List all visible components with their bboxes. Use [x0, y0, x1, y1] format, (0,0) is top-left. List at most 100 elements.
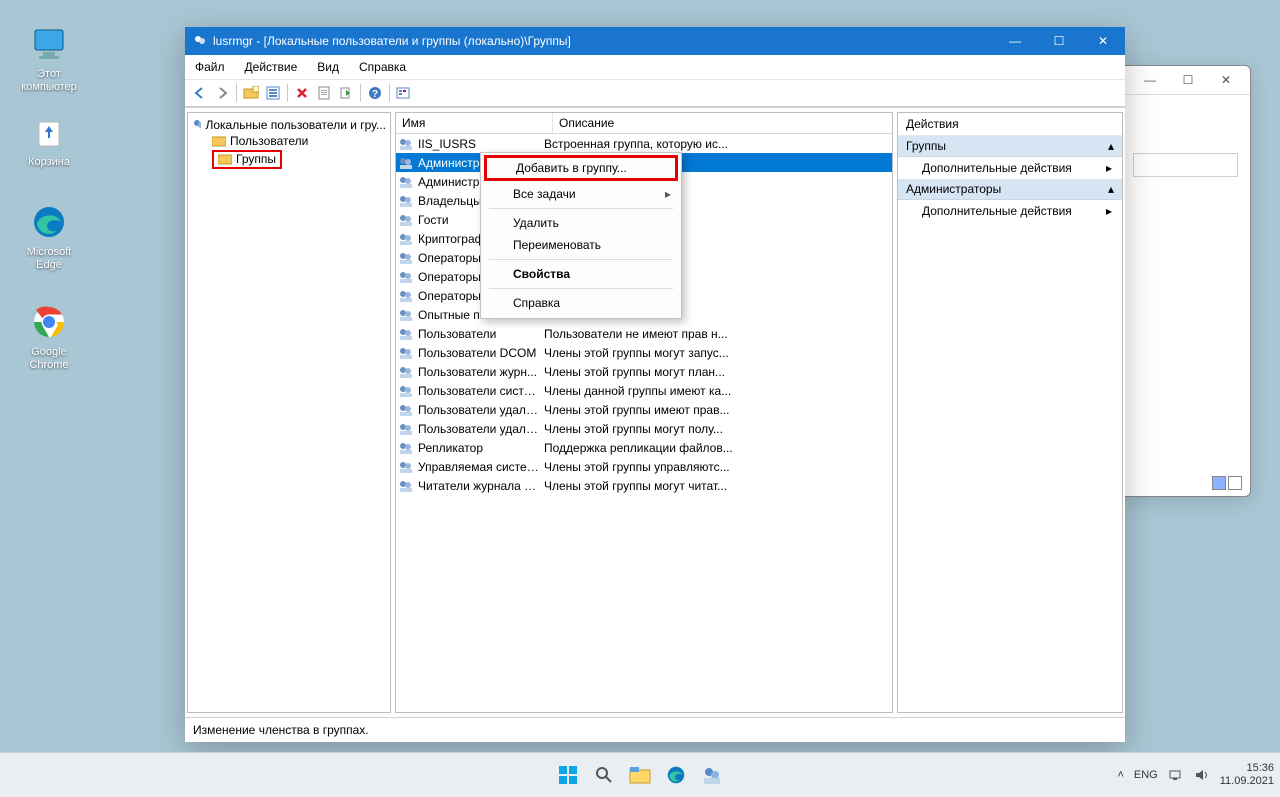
context-menu-item[interactable]: Добавить в группу... — [484, 155, 678, 181]
desktop-icon-chrome[interactable]: GoogleChrome — [14, 300, 84, 372]
row-name: Пользователи — [418, 327, 540, 341]
context-menu: Добавить в группу...Все задачи УдалитьПер… — [480, 152, 682, 319]
actions-item-more-0[interactable]: Дополнительные действия ▸ — [898, 157, 1122, 179]
row-desc: Члены этой группы могут запус... — [540, 346, 892, 360]
list-row[interactable]: IIS_IUSRSВстроенная группа, которую ис..… — [396, 134, 892, 153]
list-row[interactable]: Управляемая систем...Члены этой группы у… — [396, 457, 892, 476]
toolbar: ? — [185, 80, 1125, 107]
group-icon — [398, 250, 414, 266]
window-title: lusrmgr - [Локальные пользователи и груп… — [213, 34, 571, 48]
start-button[interactable] — [554, 761, 582, 789]
delete-icon[interactable] — [291, 82, 313, 104]
context-menu-item[interactable]: Удалить — [481, 212, 681, 234]
row-desc: Члены этой группы имеют прав... — [540, 403, 892, 417]
collapse-icon: ▴ — [1108, 182, 1114, 196]
desktop-icon-label: GoogleChrome — [14, 346, 84, 372]
list-row[interactable]: Пользователи удале...Члены этой группы и… — [396, 400, 892, 419]
group-icon — [398, 326, 414, 342]
minimize-button[interactable]: — — [1132, 70, 1168, 90]
list-row[interactable]: Читатели журнала с...Члены этой группы м… — [396, 476, 892, 495]
desktop-icon-label: Корзина — [14, 156, 84, 169]
minimize-button[interactable]: — — [993, 27, 1037, 55]
maximize-button[interactable]: ☐ — [1037, 27, 1081, 55]
col-name[interactable]: Имя — [396, 113, 553, 133]
edge-icon — [27, 200, 71, 244]
context-menu-item[interactable]: Справка — [481, 292, 681, 314]
menu-help[interactable]: Справка — [349, 57, 416, 77]
sheet-icon[interactable] — [313, 82, 335, 104]
group-icon — [398, 269, 414, 285]
bg-toggle-b[interactable] — [1228, 476, 1242, 490]
svg-text:?: ? — [372, 89, 378, 100]
chevron-right-icon: ▸ — [1106, 161, 1112, 175]
desktop-icon-recycle[interactable]: Корзина — [14, 110, 84, 169]
desktop: Этоткомпьютер Корзина MicrosoftEdge Goog… — [0, 0, 1280, 797]
actions-section-admins[interactable]: Администраторы ▴ — [898, 179, 1122, 200]
tree-root[interactable]: Локальные пользователи и гру... — [190, 117, 388, 133]
volume-icon[interactable] — [1194, 768, 1210, 782]
context-menu-item[interactable]: Переименовать — [481, 234, 681, 256]
list-row[interactable]: РепликаторПоддержка репликации файлов... — [396, 438, 892, 457]
context-menu-item[interactable]: Все задачи — [481, 183, 681, 205]
background-window[interactable]: — ☐ ✕ — [1120, 65, 1251, 497]
titlebar[interactable]: lusrmgr - [Локальные пользователи и груп… — [185, 27, 1125, 55]
desktop-icon-this-pc[interactable]: Этоткомпьютер — [14, 22, 84, 94]
actions-header: Действия — [898, 113, 1122, 136]
language-indicator[interactable]: ENG — [1134, 769, 1158, 781]
row-name: Пользователи DCOM — [418, 346, 540, 360]
tree-groups[interactable]: Группы — [190, 149, 388, 170]
group-icon — [398, 364, 414, 380]
edge-taskbar-icon[interactable] — [662, 761, 690, 789]
bg-input-line — [1133, 153, 1238, 177]
actions-item-more-1[interactable]: Дополнительные действия ▸ — [898, 200, 1122, 222]
back-button[interactable] — [189, 82, 211, 104]
menu-action[interactable]: Действие — [235, 57, 308, 77]
col-desc[interactable]: Описание — [553, 113, 892, 133]
network-icon[interactable] — [1168, 768, 1184, 782]
list-row[interactable]: Пользователи журн...Члены этой группы мо… — [396, 362, 892, 381]
clock[interactable]: 15:36 11.09.2021 — [1220, 762, 1274, 788]
menu-file[interactable]: Файл — [185, 57, 235, 77]
explorer-icon[interactable] — [626, 761, 654, 789]
group-icon — [398, 212, 414, 228]
list-row[interactable]: Пользователи систе...Члены данной группы… — [396, 381, 892, 400]
search-button[interactable] — [590, 761, 618, 789]
group-icon — [398, 193, 414, 209]
row-desc: Встроенная группа, которую ис... — [540, 137, 892, 151]
collapse-icon: ▴ — [1108, 139, 1114, 153]
properties-icon[interactable] — [262, 82, 284, 104]
bg-toggle-a[interactable] — [1212, 476, 1226, 490]
refresh-icon[interactable] — [393, 82, 415, 104]
tree-pane[interactable]: Локальные пользователи и гру... Пользова… — [187, 112, 391, 713]
menu-view[interactable]: Вид — [307, 57, 349, 77]
forward-button[interactable] — [211, 82, 233, 104]
help-icon[interactable]: ? — [364, 82, 386, 104]
chevron-right-icon: ▸ — [1106, 204, 1112, 218]
row-desc: Члены этой группы управляютс... — [540, 460, 892, 474]
tray-chevron-icon[interactable]: ˄ — [1117, 769, 1123, 781]
close-button[interactable]: ✕ — [1081, 27, 1125, 55]
group-icon — [398, 421, 414, 437]
list-row[interactable]: ПользователиПользователи не имеют прав н… — [396, 324, 892, 343]
group-icon — [398, 231, 414, 247]
row-name: Пользователи удале... — [418, 422, 540, 436]
chrome-icon — [27, 300, 71, 344]
context-menu-item[interactable]: Свойства — [481, 263, 681, 285]
lusrmgr-window: lusrmgr - [Локальные пользователи и груп… — [185, 27, 1125, 742]
lusrmgr-taskbar-icon[interactable] — [698, 761, 726, 789]
row-desc: Поддержка репликации файлов... — [540, 441, 892, 455]
recycle-icon — [27, 110, 71, 154]
actions-section-groups[interactable]: Группы ▴ — [898, 136, 1122, 157]
group-icon — [398, 307, 414, 323]
close-button[interactable]: ✕ — [1208, 70, 1244, 90]
list-row[interactable]: Пользователи удале...Члены этой группы м… — [396, 419, 892, 438]
new-folder-icon[interactable] — [240, 82, 262, 104]
export-icon[interactable] — [335, 82, 357, 104]
row-name: Репликатор — [418, 441, 540, 455]
group-icon — [398, 478, 414, 494]
tree-users[interactable]: Пользователи — [190, 133, 388, 149]
list-row[interactable]: Пользователи DCOMЧлены этой группы могут… — [396, 343, 892, 362]
maximize-button[interactable]: ☐ — [1170, 70, 1206, 90]
desktop-icon-edge[interactable]: MicrosoftEdge — [14, 200, 84, 272]
row-name: Пользователи систе... — [418, 384, 540, 398]
